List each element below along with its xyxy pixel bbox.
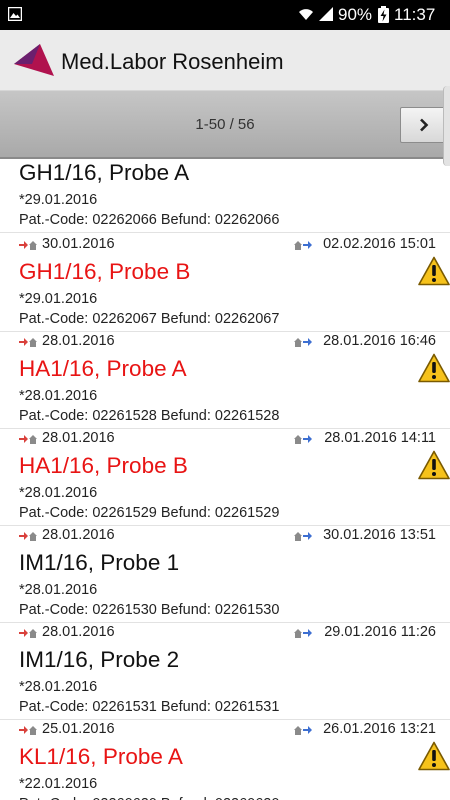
report-datetime: 28.01.2016 16:46 (323, 333, 436, 349)
clock: 11:37 (394, 5, 436, 24)
sample-name: GH1/16, Probe A (19, 160, 190, 185)
arrow-into-house-icon (19, 435, 37, 444)
sample-name: HA1/16, Probe A (19, 356, 187, 381)
sample-name: HA1/16, Probe B (19, 453, 188, 478)
arrow-out-of-house-icon (294, 726, 312, 735)
received-date: 30.01.2016 (42, 236, 115, 252)
arrow-out-of-house-icon (294, 241, 312, 250)
report-datetime: 28.01.2016 14:11 (324, 430, 436, 446)
edge-scroll-handle[interactable] (443, 86, 450, 166)
arrow-out-of-house-icon (294, 532, 312, 541)
patient-codes: Pat.-Code: 02262067 Befund: 02262067 (19, 311, 280, 327)
signal-icon (319, 7, 333, 21)
arrow-out-of-house-icon (294, 338, 312, 347)
status-bar: 90% 11:37 (0, 0, 450, 30)
birth-date: *28.01.2016 (19, 582, 98, 598)
item-dates-row: 28.01.2016 28.01.2016 16:46 (0, 332, 450, 352)
list-item[interactable]: 28.01.2016 30.01.2016 13:51 IM1/16, Probe … (0, 526, 450, 623)
triangle-logo-icon (14, 44, 54, 76)
item-dates-row: 28.01.2016 30.01.2016 13:51 (0, 526, 450, 546)
list-item[interactable]: 28.01.2016 28.01.2016 16:46 HA1/16, Probe … (0, 332, 450, 429)
warning-icon (418, 353, 450, 383)
sample-name: IM1/16, Probe 1 (19, 550, 180, 575)
warning-icon (418, 741, 450, 771)
patient-codes: Pat.-Code: 02261528 Befund: 02261528 (19, 408, 280, 424)
arrow-out-of-house-icon (294, 435, 312, 444)
arrow-into-house-icon (19, 338, 37, 347)
received-date: 28.01.2016 (42, 624, 115, 640)
next-page-button[interactable] (400, 107, 446, 143)
sample-list[interactable]: GH1/16, Probe A *29.01.2016 Pat.-Code: 022… (0, 158, 450, 800)
battery-charging-icon (378, 6, 389, 23)
sample-name: IM1/16, Probe 2 (19, 647, 180, 672)
pager-bar: 1-50 / 56 (0, 91, 450, 159)
received-date: 28.01.2016 (42, 333, 115, 349)
received-date: 28.01.2016 (42, 430, 115, 446)
birth-date: *29.01.2016 (19, 192, 98, 208)
patient-codes: Pat.-Code: 02261530 Befund: 02261530 (19, 602, 280, 618)
report-datetime: 02.02.2016 15:01 (323, 236, 436, 252)
list-item[interactable]: 25.01.2016 26.01.2016 13:21 KL1/16, Probe … (0, 720, 450, 800)
arrow-out-of-house-icon (294, 629, 312, 638)
app-title: Med.Labor Rosenheim (61, 49, 284, 74)
birth-date: *28.01.2016 (19, 679, 98, 695)
item-dates-row: 28.01.2016 29.01.2016 11:26 (0, 623, 450, 643)
list-item[interactable]: 28.01.2016 28.01.2016 14:11 HA1/16, Probe … (0, 429, 450, 526)
report-datetime: 26.01.2016 13:21 (323, 721, 436, 737)
patient-codes: Pat.-Code: 02261529 Befund: 02261529 (19, 505, 280, 521)
item-dates-row: 25.01.2016 26.01.2016 13:21 (0, 720, 450, 740)
list-item[interactable]: GH1/16, Probe A *29.01.2016 Pat.-Code: 022… (0, 158, 450, 233)
list-item[interactable]: 30.01.2016 02.02.2016 15:01 GH1/16, Probe … (0, 235, 450, 332)
received-date: 25.01.2016 (42, 721, 115, 737)
birth-date: *22.01.2016 (19, 776, 98, 792)
list-item[interactable]: 28.01.2016 29.01.2016 11:26 IM1/16, Probe … (0, 623, 450, 720)
birth-date: *28.01.2016 (19, 485, 98, 501)
patient-codes: Pat.-Code: 02260620 Befund: 02260620 (19, 796, 279, 800)
battery-percent: 90% (338, 5, 373, 24)
arrow-into-house-icon (19, 241, 37, 250)
app-bar: Med.Labor Rosenheim (0, 30, 450, 91)
item-dates-row: 28.01.2016 28.01.2016 14:11 (0, 429, 450, 449)
wifi-icon (299, 9, 313, 20)
patient-codes: Pat.-Code: 02261531 Befund: 02261531 (19, 699, 280, 715)
item-dates-row: 30.01.2016 02.02.2016 15:01 (0, 235, 450, 255)
birth-date: *28.01.2016 (19, 388, 98, 404)
sample-name: GH1/16, Probe B (19, 259, 191, 284)
birth-date: *29.01.2016 (19, 291, 98, 307)
arrow-into-house-icon (19, 629, 37, 638)
arrow-into-house-icon (19, 726, 37, 735)
sample-name: KL1/16, Probe A (19, 744, 183, 769)
report-datetime: 29.01.2016 11:26 (324, 624, 436, 640)
chevron-right-icon (420, 118, 429, 132)
warning-icon (418, 450, 450, 480)
received-date: 28.01.2016 (42, 527, 115, 543)
image-icon (8, 7, 22, 21)
pager-range-label: 1-50 / 56 (195, 116, 255, 133)
arrow-into-house-icon (19, 532, 37, 541)
patient-codes: Pat.-Code: 02262066 Befund: 02262066 (19, 212, 280, 228)
report-datetime: 30.01.2016 13:51 (323, 527, 436, 543)
warning-icon (418, 256, 450, 286)
